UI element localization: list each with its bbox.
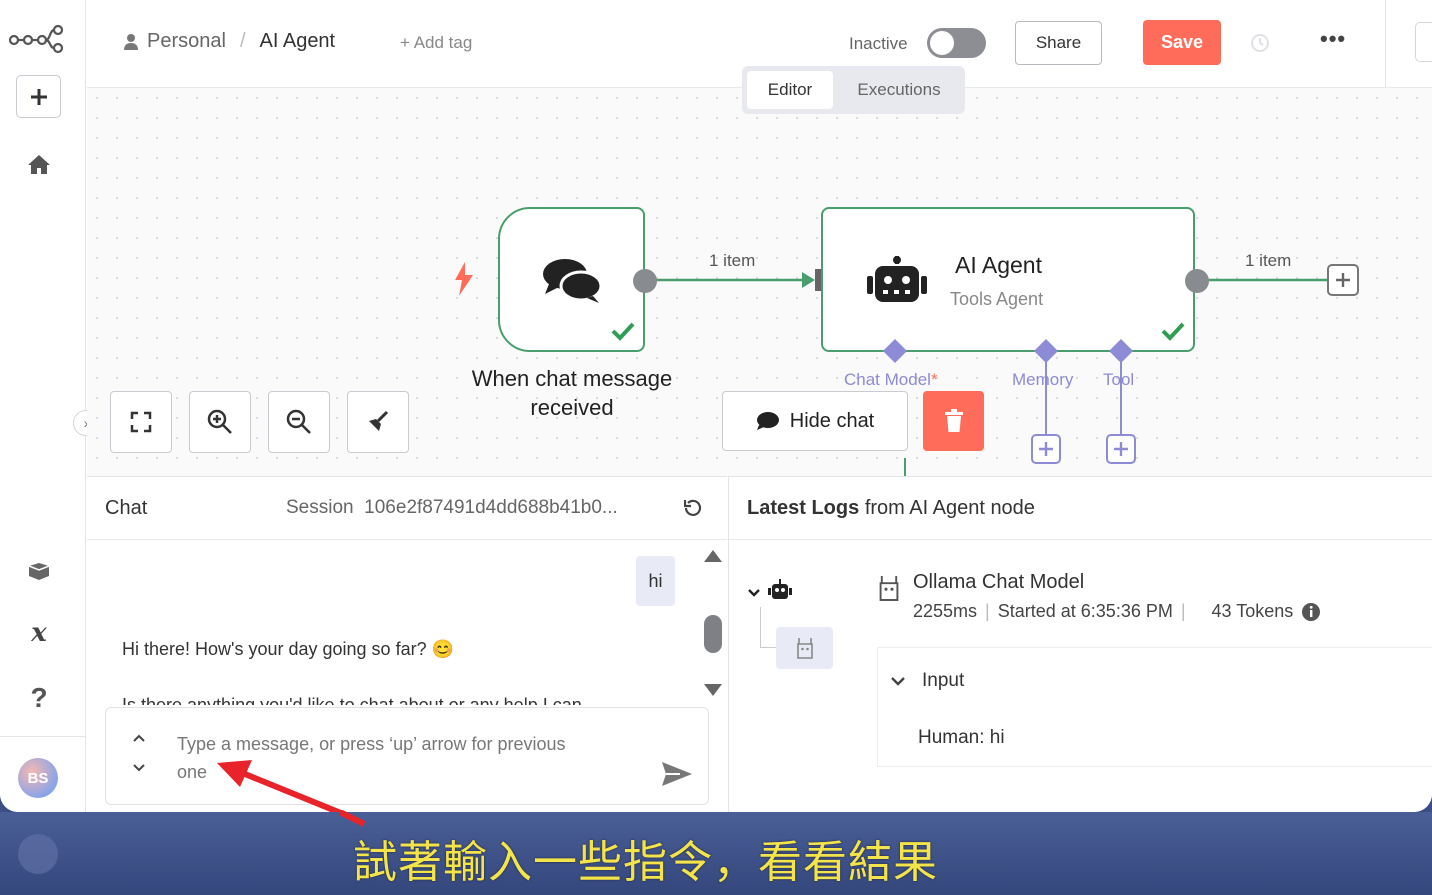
caption-text: 試著輸入一些指令，看看結果 [353,837,938,888]
annotation-arrow [217,760,347,812]
app-window: 𝒙 ? BS › Personal / AI Agent + Add tag I… [0,0,1432,812]
reflection-avatar [18,834,58,874]
